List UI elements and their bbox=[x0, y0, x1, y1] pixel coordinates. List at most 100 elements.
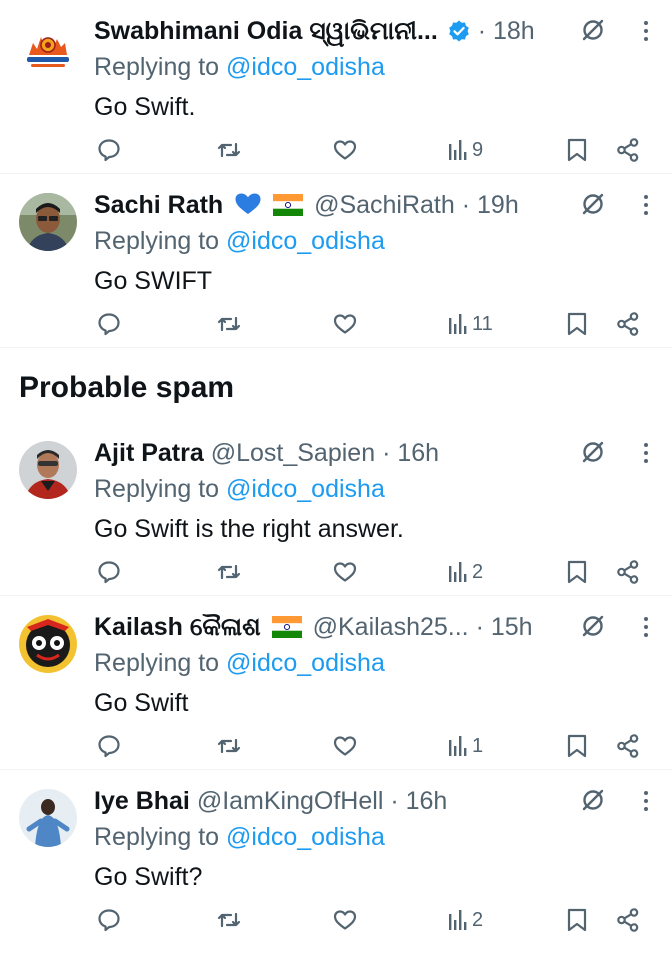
reply-handle-link[interactable]: @idco_odisha bbox=[226, 53, 385, 81]
user-handle[interactable]: @Kailash25... bbox=[313, 613, 469, 641]
timestamp[interactable]: · 15h bbox=[476, 613, 533, 641]
display-name[interactable]: Sachi Rath bbox=[94, 191, 223, 219]
reply-button[interactable] bbox=[96, 556, 122, 588]
like-icon bbox=[333, 910, 357, 930]
like-button[interactable] bbox=[332, 556, 358, 588]
bookmark-button[interactable] bbox=[566, 134, 588, 166]
share-button[interactable] bbox=[616, 730, 640, 762]
more-icon[interactable] bbox=[642, 193, 650, 217]
reply-button[interactable] bbox=[96, 134, 122, 166]
tweet-header: Sachi Rath @SachiRath · 19h bbox=[94, 188, 582, 222]
views-button[interactable]: 11 bbox=[448, 308, 493, 340]
views-count: 2 bbox=[472, 560, 484, 583]
reply-button[interactable] bbox=[96, 730, 122, 762]
tweet-actions: 9 bbox=[0, 134, 672, 166]
like-icon bbox=[333, 736, 357, 756]
tweet[interactable]: Iye Bhai @IamKingOfHell · 16h Replying t… bbox=[0, 770, 672, 944]
bookmark-icon bbox=[567, 908, 587, 932]
mute-icon[interactable] bbox=[580, 17, 606, 43]
replying-to-label: Replying to bbox=[94, 649, 227, 677]
views-count: 2 bbox=[472, 908, 484, 931]
display-name[interactable]: Ajit Patra bbox=[94, 439, 204, 467]
bookmark-icon bbox=[567, 734, 587, 758]
like-button[interactable] bbox=[332, 904, 358, 936]
share-button[interactable] bbox=[616, 134, 640, 166]
bookmark-button[interactable] bbox=[566, 904, 588, 936]
retweet-button[interactable] bbox=[216, 904, 242, 936]
retweet-button[interactable] bbox=[216, 308, 242, 340]
retweet-button[interactable] bbox=[216, 556, 242, 588]
probable-spam-heading: Probable spam bbox=[19, 371, 235, 404]
share-button[interactable] bbox=[616, 556, 640, 588]
views-count: 9 bbox=[472, 138, 484, 161]
more-icon[interactable] bbox=[642, 441, 650, 465]
bookmark-button[interactable] bbox=[566, 308, 588, 340]
user-handle[interactable]: @SachiRath bbox=[314, 191, 455, 219]
timestamp[interactable]: · 16h bbox=[382, 439, 439, 467]
reply-handle-link[interactable]: @idco_odisha bbox=[226, 823, 385, 851]
views-button[interactable]: 9 bbox=[448, 134, 483, 166]
retweet-button[interactable] bbox=[216, 730, 242, 762]
avatar[interactable] bbox=[19, 789, 77, 847]
india-flag-icon bbox=[271, 616, 302, 638]
tweet[interactable]: Swabhimani Odia ସ୍ୱାଭିମାନୀ... · 18h Repl… bbox=[0, 0, 672, 174]
avatar[interactable] bbox=[19, 615, 77, 673]
display-name[interactable]: Swabhimani Odia ସ୍ୱାଭିମାନୀ... bbox=[94, 17, 438, 45]
timestamp[interactable]: · 19h bbox=[462, 191, 519, 219]
avatar[interactable] bbox=[19, 441, 77, 499]
views-button[interactable]: 2 bbox=[448, 904, 483, 936]
retweet-button[interactable] bbox=[216, 134, 242, 166]
avatar[interactable] bbox=[19, 193, 77, 251]
user-handle[interactable]: @IamKingOfHell bbox=[197, 787, 384, 815]
user-handle[interactable]: @Lost_Sapien bbox=[211, 439, 375, 467]
like-button[interactable] bbox=[332, 134, 358, 166]
views-icon bbox=[449, 562, 467, 582]
replying-to: Replying to @idco_odisha bbox=[94, 820, 385, 854]
tweet-actions: 2 bbox=[0, 904, 672, 936]
like-button[interactable] bbox=[332, 308, 358, 340]
tweet-text: Go Swift is the right answer. bbox=[94, 515, 404, 543]
tweet-actions: 1 bbox=[0, 730, 672, 762]
bookmark-icon bbox=[567, 138, 587, 162]
more-icon[interactable] bbox=[642, 615, 650, 639]
share-button[interactable] bbox=[616, 308, 640, 340]
tweet[interactable]: Kailash କୈଳାଶ @Kailash25... · 15h Replyi… bbox=[0, 596, 672, 770]
retweet-icon bbox=[217, 142, 241, 158]
display-name[interactable]: Kailash କୈଳାଶ bbox=[94, 613, 261, 641]
mute-icon[interactable] bbox=[580, 191, 606, 217]
reply-handle-link[interactable]: @idco_odisha bbox=[226, 227, 385, 255]
timestamp[interactable]: · 18h bbox=[478, 17, 535, 45]
replying-to: Replying to @idco_odisha bbox=[94, 50, 385, 84]
tweet-text: Go Swift? bbox=[94, 863, 203, 891]
tweet[interactable]: Sachi Rath @SachiRath · 19h Replying to … bbox=[0, 174, 672, 348]
mute-icon[interactable] bbox=[580, 613, 606, 639]
reply-button[interactable] bbox=[96, 308, 122, 340]
replying-to-label: Replying to bbox=[94, 53, 227, 81]
more-icon[interactable] bbox=[642, 789, 650, 813]
views-icon bbox=[449, 314, 467, 334]
reply-button[interactable] bbox=[96, 904, 122, 936]
replying-to: Replying to @idco_odisha bbox=[94, 646, 385, 680]
reply-icon bbox=[98, 561, 120, 584]
views-button[interactable]: 1 bbox=[448, 730, 483, 762]
tweet[interactable]: Ajit Patra @Lost_Sapien · 16h Replying t… bbox=[0, 422, 672, 596]
bookmark-button[interactable] bbox=[566, 730, 588, 762]
share-icon bbox=[617, 734, 639, 758]
views-button[interactable]: 2 bbox=[448, 556, 483, 588]
tweet-text: Go Swift bbox=[94, 689, 189, 717]
reply-handle-link[interactable]: @idco_odisha bbox=[226, 649, 385, 677]
views-icon bbox=[449, 736, 467, 756]
timestamp[interactable]: · 16h bbox=[390, 787, 447, 815]
mute-icon[interactable] bbox=[580, 439, 606, 465]
replying-to-label: Replying to bbox=[94, 475, 227, 503]
avatar[interactable] bbox=[19, 19, 77, 77]
share-button[interactable] bbox=[616, 904, 640, 936]
mute-icon[interactable] bbox=[580, 787, 606, 813]
views-icon bbox=[449, 140, 467, 160]
like-button[interactable] bbox=[332, 730, 358, 762]
tweet-actions: 2 bbox=[0, 556, 672, 588]
more-icon[interactable] bbox=[642, 19, 650, 43]
reply-handle-link[interactable]: @idco_odisha bbox=[226, 475, 385, 503]
display-name[interactable]: Iye Bhai bbox=[94, 787, 190, 815]
bookmark-button[interactable] bbox=[566, 556, 588, 588]
